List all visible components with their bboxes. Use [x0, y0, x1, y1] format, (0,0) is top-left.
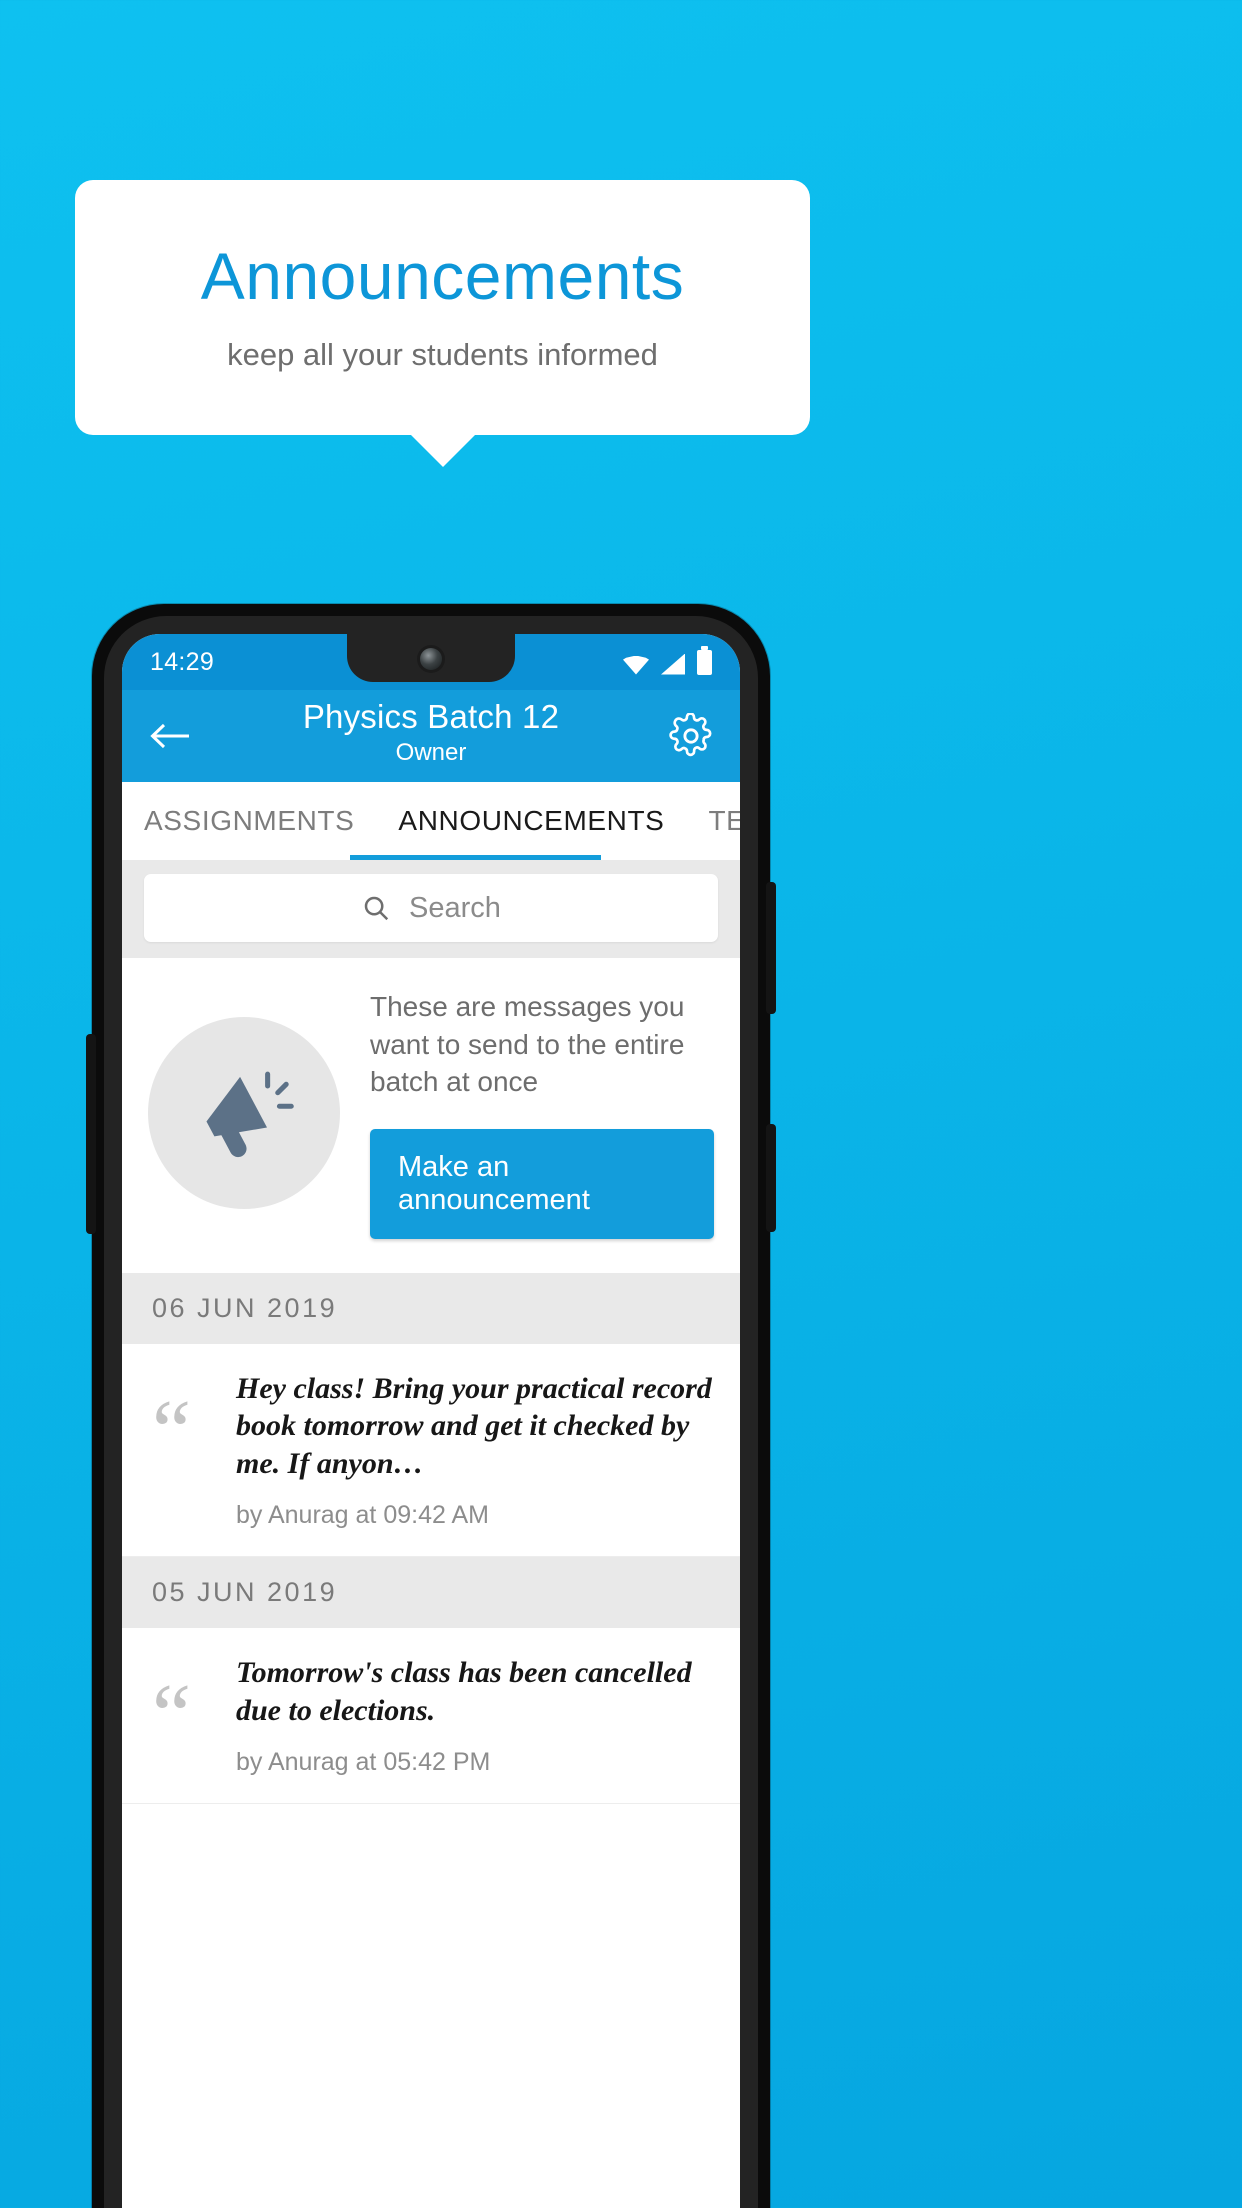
make-announcement-button[interactable]: Make an announcement — [370, 1128, 714, 1239]
phone-mockup: 14:29 Physics Batch 12 Owner ASSIGNMENTS… — [86, 604, 776, 2208]
tab-assignments[interactable]: ASSIGNMENTS — [122, 782, 376, 860]
app-bar: Physics Batch 12 Owner — [122, 690, 740, 782]
status-time: 14:29 — [150, 647, 215, 676]
tab-tests[interactable]: TESTS — [686, 782, 740, 860]
search-input[interactable]: Search — [144, 874, 718, 942]
tab-bar: ASSIGNMENTS ANNOUNCEMENTS TESTS — [122, 782, 740, 860]
search-icon — [361, 893, 391, 923]
announcement-promo: These are messages you want to send to t… — [122, 958, 740, 1273]
status-icons — [623, 645, 712, 675]
battery-icon — [697, 645, 712, 675]
announcement-text: Hey class! Bring your practical record b… — [236, 1371, 712, 1481]
phone-screen: 14:29 Physics Batch 12 Owner ASSIGNMENTS… — [122, 634, 740, 2208]
tab-announcements[interactable]: ANNOUNCEMENTS — [376, 782, 686, 860]
left-side-button[interactable] — [86, 1034, 96, 1234]
callout-tail — [409, 433, 477, 467]
announcement-body: Hey class! Bring your practical record b… — [236, 1370, 714, 1530]
tab-active-indicator — [350, 855, 601, 860]
megaphone-icon — [148, 1017, 340, 1210]
date-header: 06 JUN 2019 — [122, 1272, 740, 1344]
app-bar-titles: Physics Batch 12 Owner — [122, 698, 740, 767]
volume-button[interactable] — [766, 882, 776, 1014]
page-title: Announcements — [200, 238, 685, 313]
gear-icon[interactable] — [668, 712, 714, 759]
quote-icon: “ — [152, 1382, 192, 1480]
announcement-body: Tomorrow's class has been cancelled due … — [236, 1654, 714, 1777]
announcement-text: Tomorrow's class has been cancelled due … — [236, 1655, 692, 1727]
wifi-icon — [623, 655, 649, 675]
camera-notch — [347, 634, 515, 682]
announcement-item[interactable]: “ Tomorrow's class has been cancelled du… — [122, 1627, 740, 1804]
promo-description: These are messages you want to send to t… — [370, 991, 685, 1098]
front-camera-icon — [420, 648, 442, 670]
date-header: 05 JUN 2019 — [122, 1556, 740, 1628]
promo-callout-card: Announcements keep all your students inf… — [75, 180, 810, 435]
promo-content: These are messages you want to send to t… — [370, 988, 714, 1239]
signal-icon — [661, 653, 685, 675]
power-button[interactable] — [766, 1124, 776, 1232]
announcement-meta: by Anurag at 09:42 AM — [236, 1500, 489, 1529]
search-section: Search — [122, 860, 740, 958]
quote-icon: “ — [152, 1666, 192, 1764]
batch-title: Physics Batch 12 — [302, 698, 560, 735]
announcement-meta: by Anurag at 05:42 PM — [236, 1747, 491, 1776]
announcement-item[interactable]: “ Hey class! Bring your practical record… — [122, 1343, 740, 1557]
search-placeholder: Search — [409, 891, 501, 924]
back-arrow-icon[interactable] — [148, 714, 192, 758]
batch-role: Owner — [395, 739, 467, 766]
status-bar: 14:29 — [122, 634, 740, 690]
page-subtitle: keep all your students informed — [227, 337, 658, 373]
